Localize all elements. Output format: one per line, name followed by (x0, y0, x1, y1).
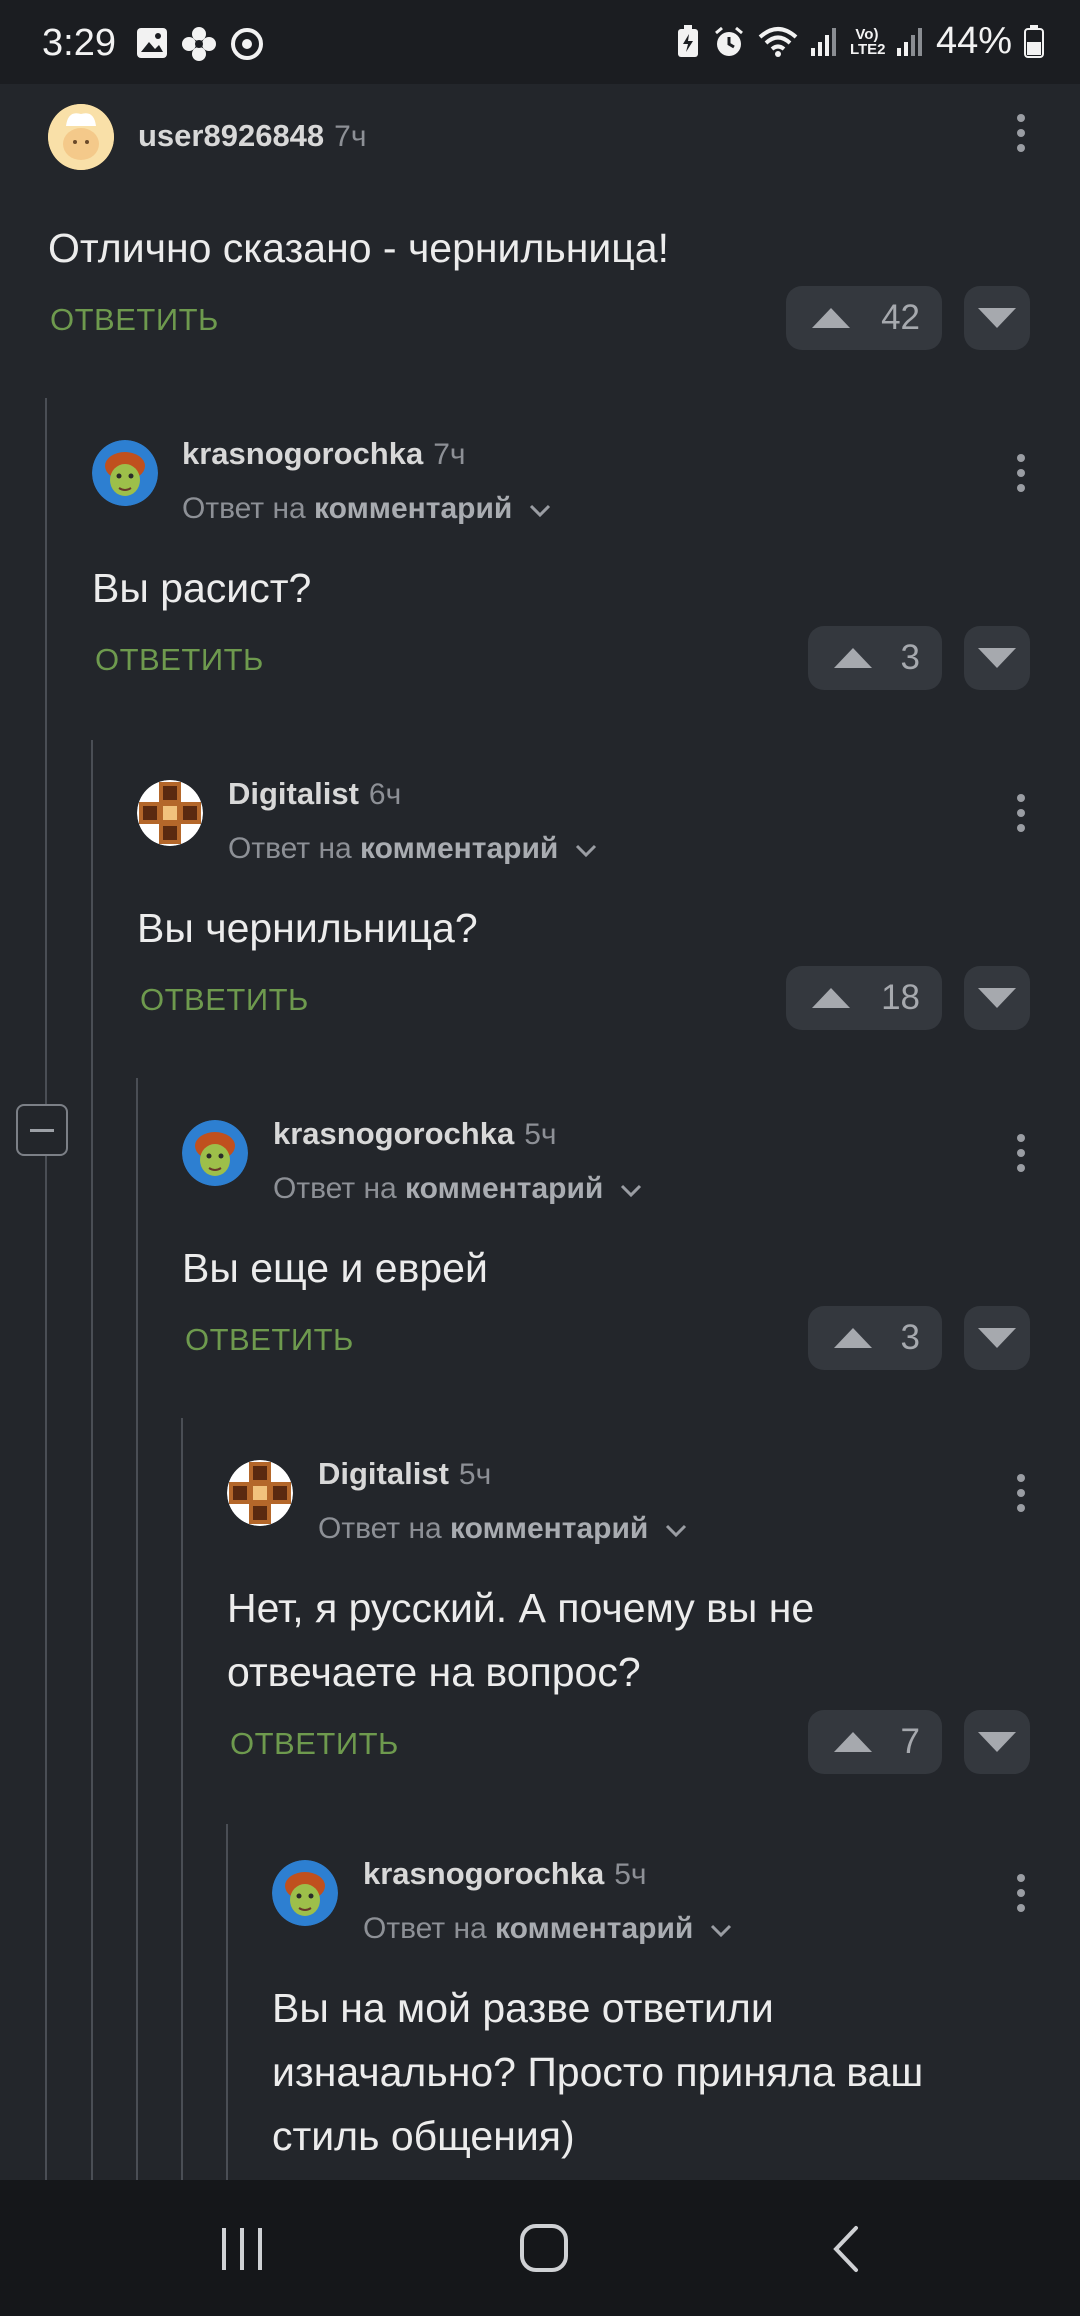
signal-icon-2 (896, 27, 922, 56)
back-icon[interactable] (826, 2224, 866, 2274)
username[interactable]: krasnogorochka 5ч (273, 1116, 557, 1152)
username[interactable]: Digitalist 5ч (318, 1456, 491, 1492)
comment: krasnogorochka 7ч Ответ на комментарий Вы… (0, 424, 1080, 764)
reply-button[interactable]: ОТВЕТИТЬ (185, 1322, 354, 1358)
reply-button[interactable]: ОТВЕТИТЬ (95, 642, 264, 678)
comment: krasnogorochka 5ч Ответ на комментарий Вы… (0, 1844, 1080, 2180)
reply-button[interactable]: ОТВЕТИТЬ (50, 302, 219, 338)
reply-to-link[interactable]: Ответ на комментарий (228, 832, 597, 866)
battery-percent: 44% (935, 20, 1012, 62)
chevron-down-icon (575, 844, 596, 858)
battery-saver-icon (677, 24, 698, 57)
comment-text: Вы чернильница? (137, 905, 478, 951)
arrow-down-icon (978, 308, 1016, 328)
home-icon[interactable] (518, 2222, 570, 2274)
upvote-button[interactable]: 3 (808, 1306, 942, 1370)
reply-to-link[interactable]: Ответ на комментарий (273, 1172, 642, 1206)
battery-icon (1024, 24, 1044, 58)
arrow-up-icon (834, 648, 872, 668)
comment-text: Нет, я русский. А почему вы не отвечаете… (227, 1585, 815, 1695)
chevron-down-icon (529, 504, 550, 518)
wifi-icon (758, 26, 798, 57)
comment-text: Вы еще и еврей (182, 1245, 488, 1291)
arrow-down-icon (978, 1732, 1016, 1752)
reply-to-link[interactable]: Ответ на комментарий (182, 492, 551, 526)
comments-thread: user8926848 7ч Отлично сказано - чернильн… (0, 84, 1080, 2180)
comment-time: 6ч (368, 778, 402, 811)
avatar[interactable] (48, 104, 114, 170)
comment-time: 7ч (433, 438, 466, 471)
downvote-button[interactable] (964, 1306, 1030, 1370)
arrow-up-icon (812, 308, 850, 328)
navigation-bar (0, 2180, 1080, 2316)
chevron-down-icon (710, 1924, 731, 1938)
comment-time: 5ч (524, 1118, 557, 1151)
comment: Digitalist 5ч Ответ на комментарий Нет, я… (0, 1444, 1080, 1844)
comment-time: 5ч (614, 1858, 647, 1891)
more-options-icon[interactable] (1014, 454, 1028, 510)
flower-icon (182, 27, 216, 61)
signal-icon (810, 27, 836, 56)
vote-count: 3 (900, 638, 920, 677)
username[interactable]: krasnogorochka 7ч (182, 436, 466, 472)
comment-time: 5ч (458, 1458, 492, 1491)
upvote-button[interactable]: 18 (786, 966, 942, 1030)
comment-text: Вы на мой разве ответили изначально? Про… (272, 1985, 924, 2159)
comment: Digitalist 6ч Ответ на комментарий Вы чер… (0, 764, 1080, 1104)
reply-button[interactable]: ОТВЕТИТЬ (230, 1726, 399, 1762)
recents-icon[interactable] (218, 2224, 268, 2274)
reply-to-link[interactable]: Ответ на комментарий (318, 1512, 687, 1546)
vote-count: 18 (881, 978, 920, 1017)
network-label: Vo) LTE2 (849, 25, 886, 58)
alarm-icon (714, 26, 743, 56)
avatar[interactable] (272, 1860, 338, 1926)
upvote-button[interactable]: 7 (808, 1710, 942, 1774)
chevron-down-icon (665, 1524, 686, 1538)
arrow-up-icon (834, 1328, 872, 1348)
username[interactable]: user8926848 7ч (138, 118, 367, 154)
more-options-icon[interactable] (1014, 1874, 1028, 1930)
more-options-icon[interactable] (1014, 1134, 1028, 1190)
chevron-down-icon (620, 1184, 641, 1198)
downvote-button[interactable] (964, 1710, 1030, 1774)
more-options-icon[interactable] (1014, 114, 1028, 170)
status-time: 3:29 (42, 22, 116, 64)
more-options-icon[interactable] (1014, 1474, 1028, 1530)
avatar[interactable] (182, 1120, 248, 1186)
comment-text: Отлично сказано - чернильница! (48, 225, 669, 271)
arrow-down-icon (978, 648, 1016, 668)
downvote-button[interactable] (964, 966, 1030, 1030)
comment: krasnogorochka 5ч Ответ на комментарий Вы… (0, 1104, 1080, 1444)
arrow-up-icon (812, 988, 850, 1008)
arrow-down-icon (978, 1328, 1016, 1348)
arrow-down-icon (978, 988, 1016, 1008)
vote-count: 3 (900, 1318, 920, 1357)
arrow-up-icon (834, 1732, 872, 1752)
avatar[interactable] (137, 780, 203, 846)
reply-button[interactable]: ОТВЕТИТЬ (140, 982, 309, 1018)
status-bar: 3:29 Vo) LTE2 44% (0, 0, 1080, 84)
avatar[interactable] (92, 440, 158, 506)
upvote-button[interactable]: 3 (808, 626, 942, 690)
avatar[interactable] (227, 1460, 293, 1526)
vote-count: 7 (900, 1722, 920, 1761)
username[interactable]: Digitalist 6ч (228, 776, 401, 812)
sync-icon (231, 28, 263, 60)
comment: user8926848 7ч Отлично сказано - чернильн… (0, 84, 1080, 424)
gallery-icon (137, 28, 167, 58)
more-options-icon[interactable] (1014, 794, 1028, 850)
downvote-button[interactable] (964, 626, 1030, 690)
comment-text: Вы расист? (92, 565, 312, 611)
upvote-button[interactable]: 42 (786, 286, 942, 350)
downvote-button[interactable] (964, 286, 1030, 350)
username[interactable]: krasnogorochka 5ч (363, 1856, 647, 1892)
reply-to-link[interactable]: Ответ на комментарий (363, 1912, 732, 1946)
comment-time: 7ч (334, 120, 367, 153)
vote-count: 42 (881, 298, 920, 337)
